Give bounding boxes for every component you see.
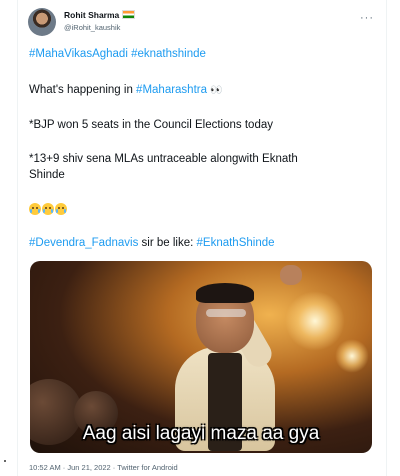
tears-of-joy-face-icon	[55, 203, 67, 215]
more-dots-icon[interactable]: ···	[360, 12, 374, 24]
stage-light	[335, 339, 369, 373]
hashtags-line: #MahaVikasAghadi #eknathshinde	[29, 48, 206, 60]
stray-dot	[4, 460, 6, 462]
glasses	[206, 309, 246, 317]
person-hair	[196, 283, 254, 303]
hashtag-link[interactable]: #Devendra_Fadnavis	[29, 237, 138, 249]
india-flag-icon	[122, 10, 136, 19]
hashtag-link[interactable]: #MahaVikasAghadi	[29, 48, 128, 60]
loudly-crying-face-icon	[42, 203, 54, 215]
emoji-row	[29, 203, 67, 215]
hashtag-link[interactable]: #eknathshinde	[131, 48, 206, 60]
author-name[interactable]: Rohit Sharma	[64, 10, 136, 20]
hashtag-link[interactable]: #EknathShinde	[197, 237, 275, 249]
card-left-border	[17, 0, 18, 476]
meme-caption: Aag aisi lagayi maza aa gya	[82, 423, 320, 444]
stage-light	[285, 291, 345, 351]
tweet-line-maharashtra: What's happening in #Maharashtra 👀	[29, 84, 223, 96]
tweet-text: sir be like:	[138, 237, 197, 249]
author-avatar[interactable]	[28, 8, 56, 36]
author-handle[interactable]: @iRohit_kaushik	[64, 23, 120, 32]
tweet-media-image[interactable]: Aag aisi lagayi maza aa gya	[30, 261, 372, 453]
author-name-text[interactable]: Rohit Sharma	[64, 10, 119, 20]
eyes-emoji: 👀	[210, 85, 223, 96]
card-right-border	[386, 0, 387, 476]
tweet-timestamp[interactable]: 10:52 AM · Jun 21, 2022 · Twitter for An…	[29, 463, 178, 472]
tweet-line-bjp: *BJP won 5 seats in the Council Election…	[29, 119, 273, 131]
tweet-line-fadnavis: #Devendra_Fadnavis sir be like: #EknathS…	[29, 237, 275, 249]
tweet-text: What's happening in	[29, 84, 137, 96]
hashtag-link[interactable]: #Maharashtra	[136, 84, 207, 96]
tweet-line-mlas: *13+9 shiv sena MLAs untraceable alongwi…	[29, 153, 298, 165]
raised-hand	[280, 265, 302, 285]
tweet-line-mlas-cont: Shinde	[29, 169, 65, 181]
loudly-crying-face-icon	[29, 203, 41, 215]
